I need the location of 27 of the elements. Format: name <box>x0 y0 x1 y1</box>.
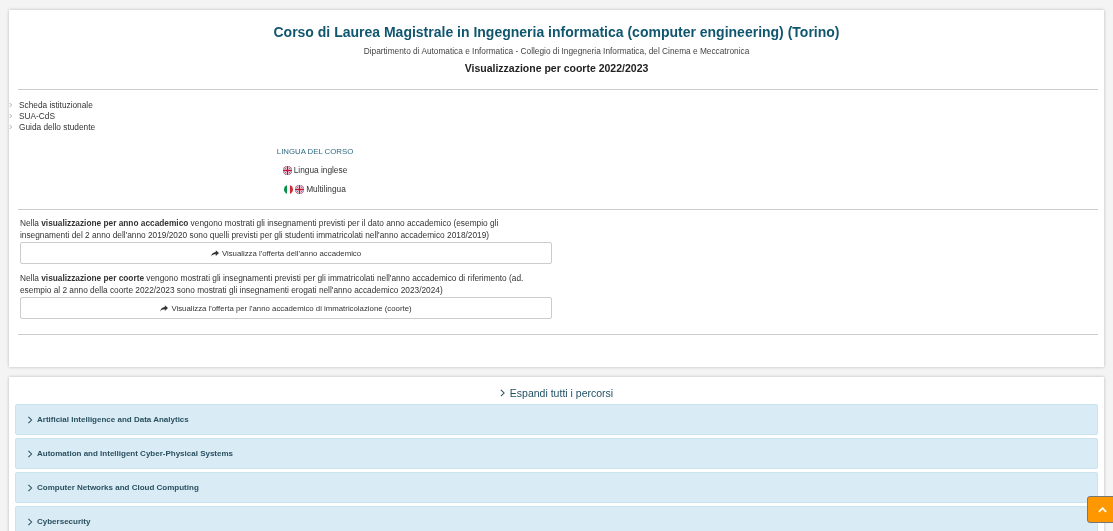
chevron-icon <box>499 389 505 397</box>
track-header[interactable]: Automation and Intelligent Cyber-Physical Systems <box>15 438 1098 469</box>
flag-icon <box>295 184 305 194</box>
document-link[interactable]: SUA-CdS <box>19 110 55 121</box>
view-description: Nella visualizzazione per coorte vengono mostrati gli insegnamenti previsti per gli immatricolati nell'anno accademico di riferimento (ad. esempio al 2 anno della coorte 2022/2023 sono mostrati gli insegnamenti erogati nell'anno accademico 2023/2024) <box>20 273 525 296</box>
chevron-icon <box>26 415 34 424</box>
track-header[interactable]: Cybersecurity <box>15 506 1098 531</box>
caret-up-icon <box>1097 506 1107 513</box>
language-label: Lingua inglese <box>293 165 348 175</box>
share-arrow-icon <box>210 249 219 257</box>
document-link[interactable]: Scheda istituzionale <box>19 99 93 110</box>
department-text: Dipartimento di Automatica e Informatica - Collegio di Ingegneria Informatica, del Cinema e Meccatronica <box>362 46 751 56</box>
flag-icon <box>284 184 294 194</box>
document-link[interactable]: Guida dello studente <box>19 121 96 132</box>
course-title: Corso di Laurea Magistrale in Ingegneria informatica (computer engineering) (Torino) <box>272 24 841 40</box>
view-heading: Visualizzazione per coorte 2022/2023 <box>463 62 650 74</box>
flag-icon <box>282 165 292 175</box>
track-header[interactable]: Artificial Intelligence and Data Analytics <box>15 404 1098 435</box>
chevron-icon <box>26 517 34 526</box>
chevron-icon <box>26 483 34 492</box>
track-header[interactable]: Computer Networks and Cloud Computing <box>15 472 1098 503</box>
expand-all-link[interactable]: Espandi tutti i percorsi <box>499 387 614 399</box>
view-description: Nella visualizzazione per anno accademico vengono mostrati gli insegnamenti previsti per il dato anno accademico (esempio gli insegnamenti del 2 anno dell'anno 2019/2020 sono quelli previsti per gli studenti immatricolati nell'anno accademico 2018/2019) <box>20 218 500 241</box>
share-arrow-icon <box>160 304 169 312</box>
back-to-top-button[interactable] <box>1087 496 1113 523</box>
chevron-icon <box>26 449 34 458</box>
language-label: Multilingua <box>306 184 346 194</box>
